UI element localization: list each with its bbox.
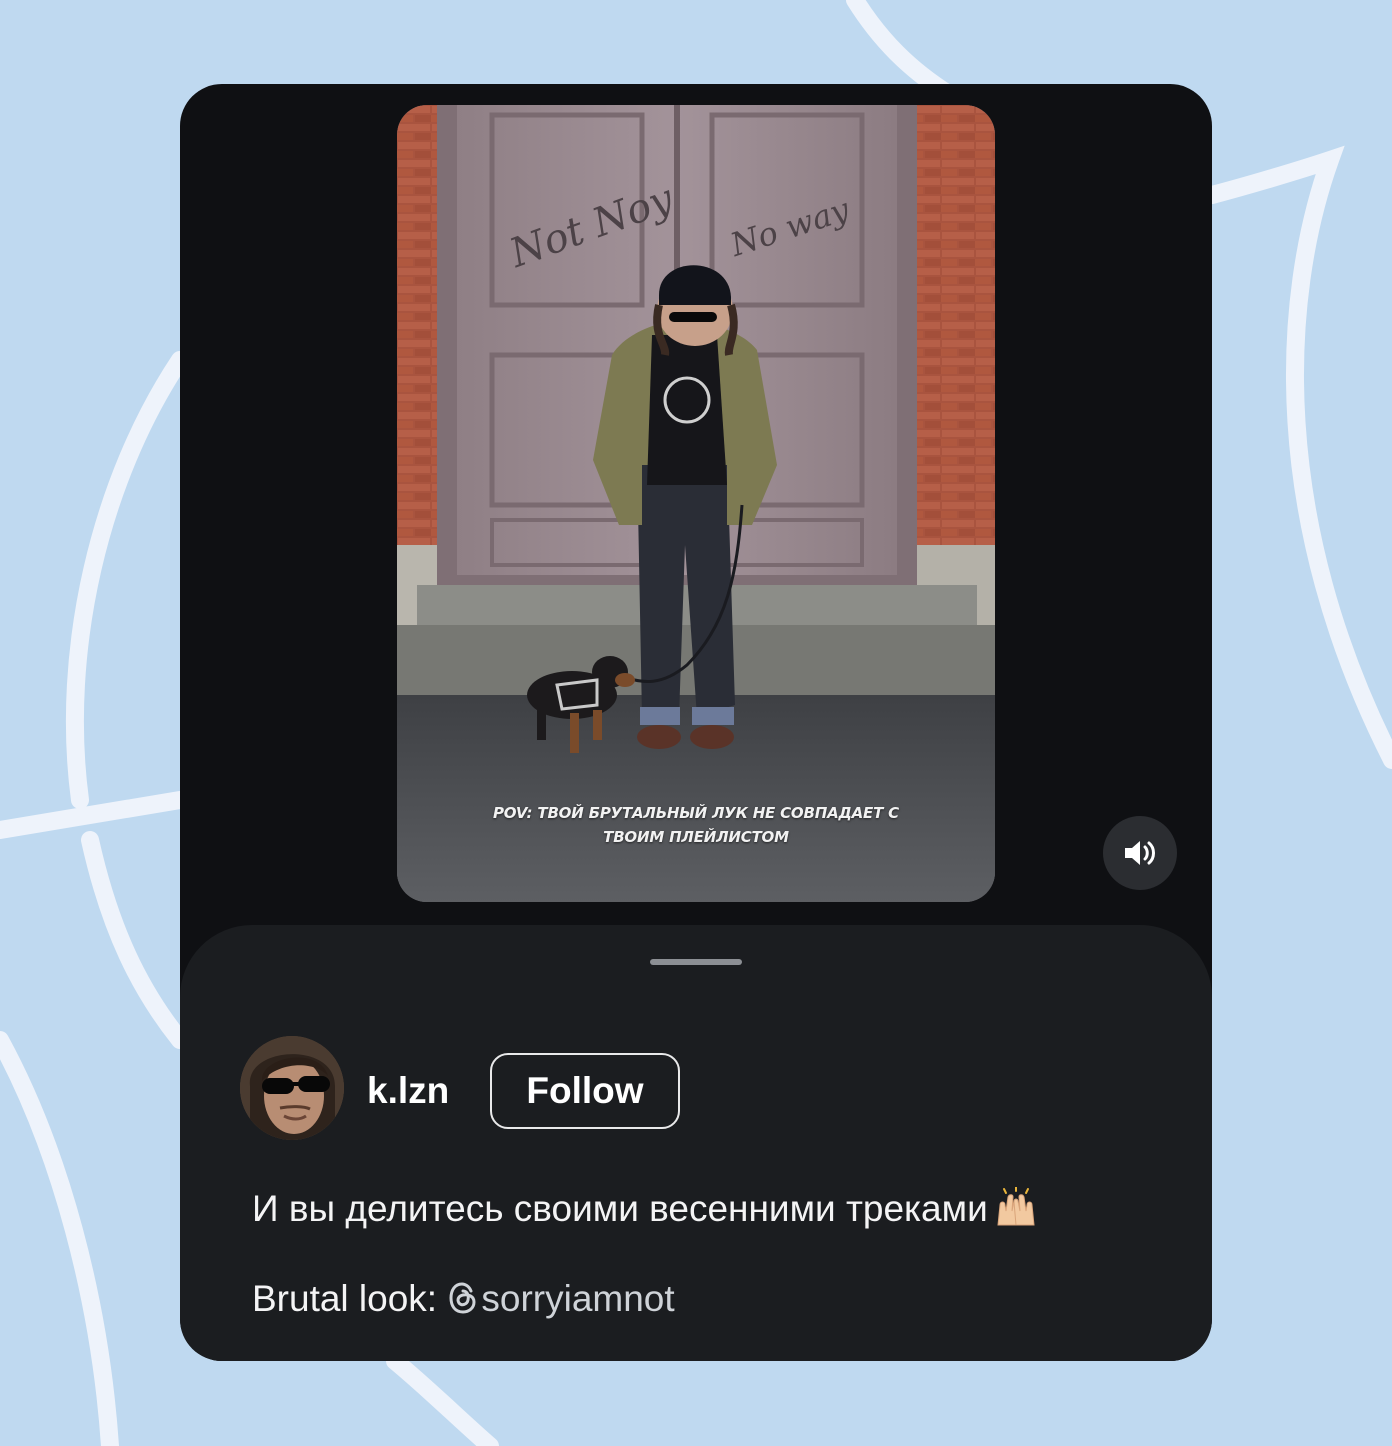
post-details-sheet: k.lzn Follow И вы делитесь своими весенн… [180,925,1212,1361]
speaker-icon [1125,841,1155,865]
video-caption: POV: ТВОЙ БРУТАЛЬНЫЙ ЛУК НЕ СОВПАДАЕТ С … [437,801,955,849]
post-card: Not Noy No way POV: ТВОЙ БРУТАЛЬНЫЙ ЛУК … [180,84,1212,1361]
avatar-image [240,1036,344,1140]
post-text: И вы делитесь своими весенними треками [252,1187,1038,1231]
follow-button[interactable]: Follow [490,1053,680,1129]
credit-label: Brutal look: [252,1278,438,1319]
avatar[interactable] [240,1036,344,1140]
post-credit-line: Brutal look: sorryiamnot [252,1277,675,1321]
threads-icon [449,1282,476,1314]
video-frame: Not Noy No way [397,105,995,902]
caption-line-1: ТВОЙ БРУТАЛЬНЫЙ ЛУК НЕ СОВПАДАЕТ С [537,804,899,822]
sheet-drag-handle[interactable] [650,959,742,965]
sound-toggle-button[interactable] [1103,816,1177,890]
mention-link[interactable]: sorryiamnot [447,1278,675,1319]
raising-hands-emoji [997,1187,1035,1226]
caption-line-2: ТВОИМ ПЛЕЙЛИСТОМ [603,828,789,846]
username[interactable]: k.lzn [367,1069,449,1113]
video-player[interactable]: Not Noy No way POV: ТВОЙ БРУТАЛЬНЫЙ ЛУК … [397,105,995,902]
post-text-body: И вы делитесь своими весенними треками [252,1188,988,1229]
caption-prefix: POV: [493,804,533,822]
mention-handle[interactable]: sorryiamnot [481,1278,674,1319]
